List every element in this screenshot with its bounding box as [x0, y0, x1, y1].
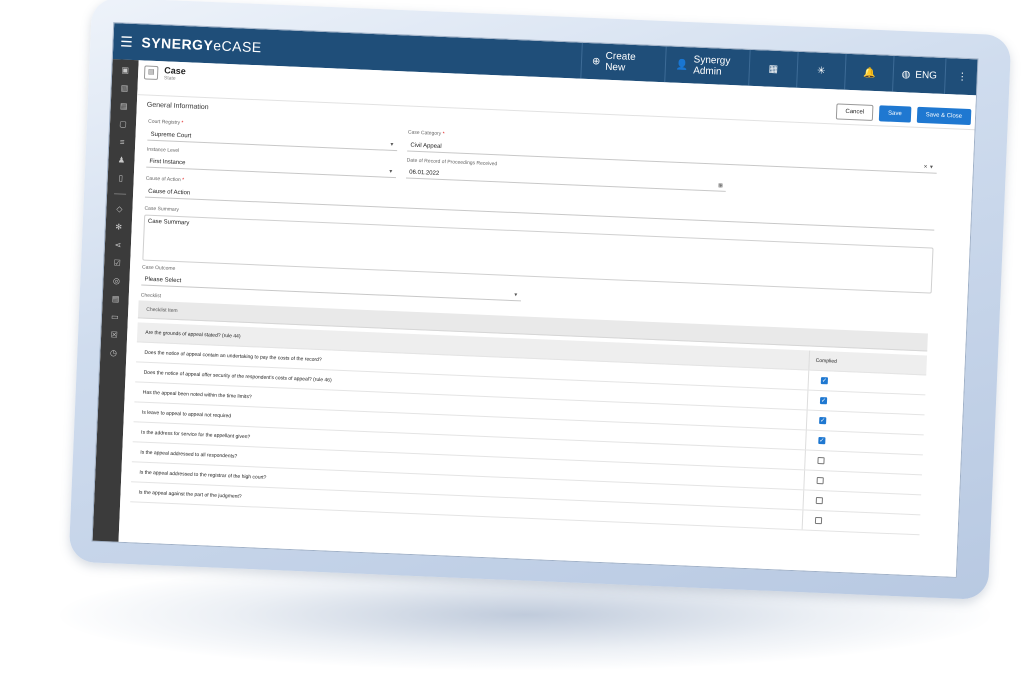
- checklist-item-text: Is the appeal against the part of the ju…: [138, 489, 242, 500]
- checkbox-unchecked[interactable]: [816, 476, 824, 485]
- checkbox-checked[interactable]: ✓: [820, 377, 829, 385]
- hamburger-menu-icon[interactable]: ☰: [113, 23, 140, 60]
- share-icon[interactable]: ⋖: [113, 240, 123, 250]
- task-icon[interactable]: ☒: [109, 330, 119, 340]
- checklist-item-header: Checklist Item: [146, 306, 178, 315]
- database-icon[interactable]: ◎: [111, 276, 121, 286]
- checkbox-unchecked[interactable]: [817, 456, 825, 465]
- court-registry-label-text: Court Registry: [148, 118, 181, 126]
- brand-strong: SYNERGY: [141, 34, 214, 54]
- case-category-label-text: Case Category: [407, 129, 442, 137]
- dashboard-icon[interactable]: ▣: [120, 65, 130, 75]
- brand-light: eCASE: [213, 37, 263, 56]
- checklist-item-text: Is the appeal addressed to all responden…: [140, 449, 238, 460]
- bell-icon[interactable]: 🔔: [844, 53, 894, 92]
- compliant-header: Complied: [815, 357, 837, 365]
- instance-level-select[interactable]: First Instance ▼: [146, 155, 397, 179]
- cause-value: Cause of Action: [148, 188, 191, 196]
- user-label: Synergy Admin: [692, 54, 731, 78]
- user-menu-button[interactable]: 👤 Synergy Admin: [664, 46, 750, 86]
- plus-circle-icon: ⊕: [591, 55, 601, 68]
- header-buttons: Cancel Save Save & Close: [836, 103, 972, 126]
- cancel-button[interactable]: Cancel: [836, 103, 874, 121]
- required-marker: *: [442, 130, 445, 138]
- case-category-select[interactable]: Civil Appeal ✕ ▼: [407, 139, 938, 174]
- section-title: General Information: [146, 101, 209, 112]
- case-header: ▤ Case State: [143, 64, 186, 82]
- summary-value: Case Summary: [147, 218, 190, 227]
- date-value: 06.01.2022: [409, 169, 440, 177]
- checklist-label: Checklist: [140, 292, 162, 300]
- date-field[interactable]: 06.01.2022 ▦: [405, 166, 727, 192]
- document-icon[interactable]: ▤: [119, 101, 129, 111]
- report-icon[interactable]: ▤: [110, 294, 120, 304]
- case-category-value: Civil Appeal: [410, 142, 442, 150]
- sidebar-separator: [114, 193, 127, 195]
- cause-label-text: Cause of Action: [145, 175, 181, 184]
- compliant-cell: [801, 510, 919, 535]
- instance-level-label: Instance Level: [146, 146, 180, 154]
- briefcase-icon[interactable]: ▢: [118, 119, 128, 129]
- summary-label: Case Summary: [144, 205, 180, 214]
- chart-icon[interactable]: ▥: [119, 83, 129, 93]
- checklist-icon[interactable]: ☑: [112, 258, 122, 268]
- calendar-icon[interactable]: ▦: [718, 182, 723, 188]
- gear-icon[interactable]: ✻: [113, 222, 123, 232]
- court-registry-select[interactable]: Supreme Court ▼: [147, 128, 398, 152]
- checklist-item-text: Is the appeal addressed to the registrar…: [139, 469, 267, 481]
- list-icon[interactable]: ≡: [117, 137, 127, 147]
- court-registry-label: Court Registry *: [148, 119, 184, 126]
- page-subtitle: State: [163, 75, 176, 82]
- checklist-item-text: Is leave to appeal to appeal not require…: [141, 409, 232, 419]
- outcome-label: Case Outcome: [141, 264, 176, 272]
- globe-icon: ◍: [901, 68, 911, 81]
- user-icon: 👤: [675, 59, 689, 71]
- checklist-item-text: Are the grounds of appeal stated? (rule …: [145, 329, 241, 340]
- save-close-button[interactable]: Save & Close: [916, 106, 972, 126]
- create-new-label: Create New: [604, 50, 636, 74]
- save-button[interactable]: Save: [878, 105, 912, 123]
- calculator-icon[interactable]: ▦: [748, 49, 798, 88]
- checkbox-checked[interactable]: ✓: [819, 397, 828, 405]
- clock-icon[interactable]: ◷: [108, 348, 118, 358]
- case-category-label: Case Category *: [408, 130, 445, 138]
- required-marker: *: [182, 177, 185, 184]
- case-outcome-select[interactable]: Please Select ▼: [141, 273, 522, 302]
- create-new-button[interactable]: ⊕ Create New: [580, 42, 666, 83]
- checklist-item-text: Has the appeal been noted within the tim…: [142, 389, 252, 400]
- chevron-down-icon: ▼: [389, 141, 395, 148]
- apps-icon[interactable]: ✳: [796, 51, 846, 90]
- checklist-item-text: Is the address for service for the appel…: [140, 429, 251, 440]
- file-icon[interactable]: ▯: [116, 173, 126, 183]
- chevron-down-icon: ▼: [388, 168, 394, 175]
- inbox-icon[interactable]: ▭: [110, 312, 120, 322]
- checkbox-checked[interactable]: ✓: [818, 436, 826, 445]
- stage: ☰ SYNERGYeCASE ⊕ Create New 👤 Synergy Ad…: [0, 0, 1024, 683]
- date-label: Date of Record of Proceedings Received: [406, 157, 498, 168]
- court-registry-value: Supreme Court: [150, 131, 192, 139]
- people-icon[interactable]: ♟: [116, 155, 126, 165]
- language-label: ENG: [915, 69, 938, 82]
- shield-icon[interactable]: ◇: [114, 204, 124, 214]
- content-area: ▤ Case State Cancel Save Save & Close Ge…: [118, 60, 978, 578]
- language-button[interactable]: ◍ ENG: [892, 55, 946, 94]
- required-marker: *: [181, 120, 184, 127]
- chevron-down-icon: ▼: [513, 291, 519, 298]
- clear-chevron-icon: ✕ ▼: [923, 163, 935, 171]
- instance-level-value: First Instance: [149, 158, 186, 166]
- checklist-item-text: Does the notice of appeal offer security…: [143, 369, 332, 384]
- checkbox-checked[interactable]: ✓: [819, 417, 827, 425]
- brand-logo: SYNERGYeCASE: [141, 34, 262, 55]
- app-screen: ☰ SYNERGYeCASE ⊕ Create New 👤 Synergy Ad…: [91, 22, 979, 578]
- checklist-item-text: Does the notice of appeal contain an und…: [144, 349, 322, 363]
- checkbox-unchecked[interactable]: [814, 516, 823, 525]
- outcome-value: Please Select: [144, 276, 182, 284]
- cause-label: Cause of Action *: [146, 176, 185, 184]
- checkbox-unchecked[interactable]: [815, 496, 823, 505]
- more-options-icon[interactable]: ⋮: [943, 57, 979, 96]
- case-file-icon: ▤: [143, 65, 159, 81]
